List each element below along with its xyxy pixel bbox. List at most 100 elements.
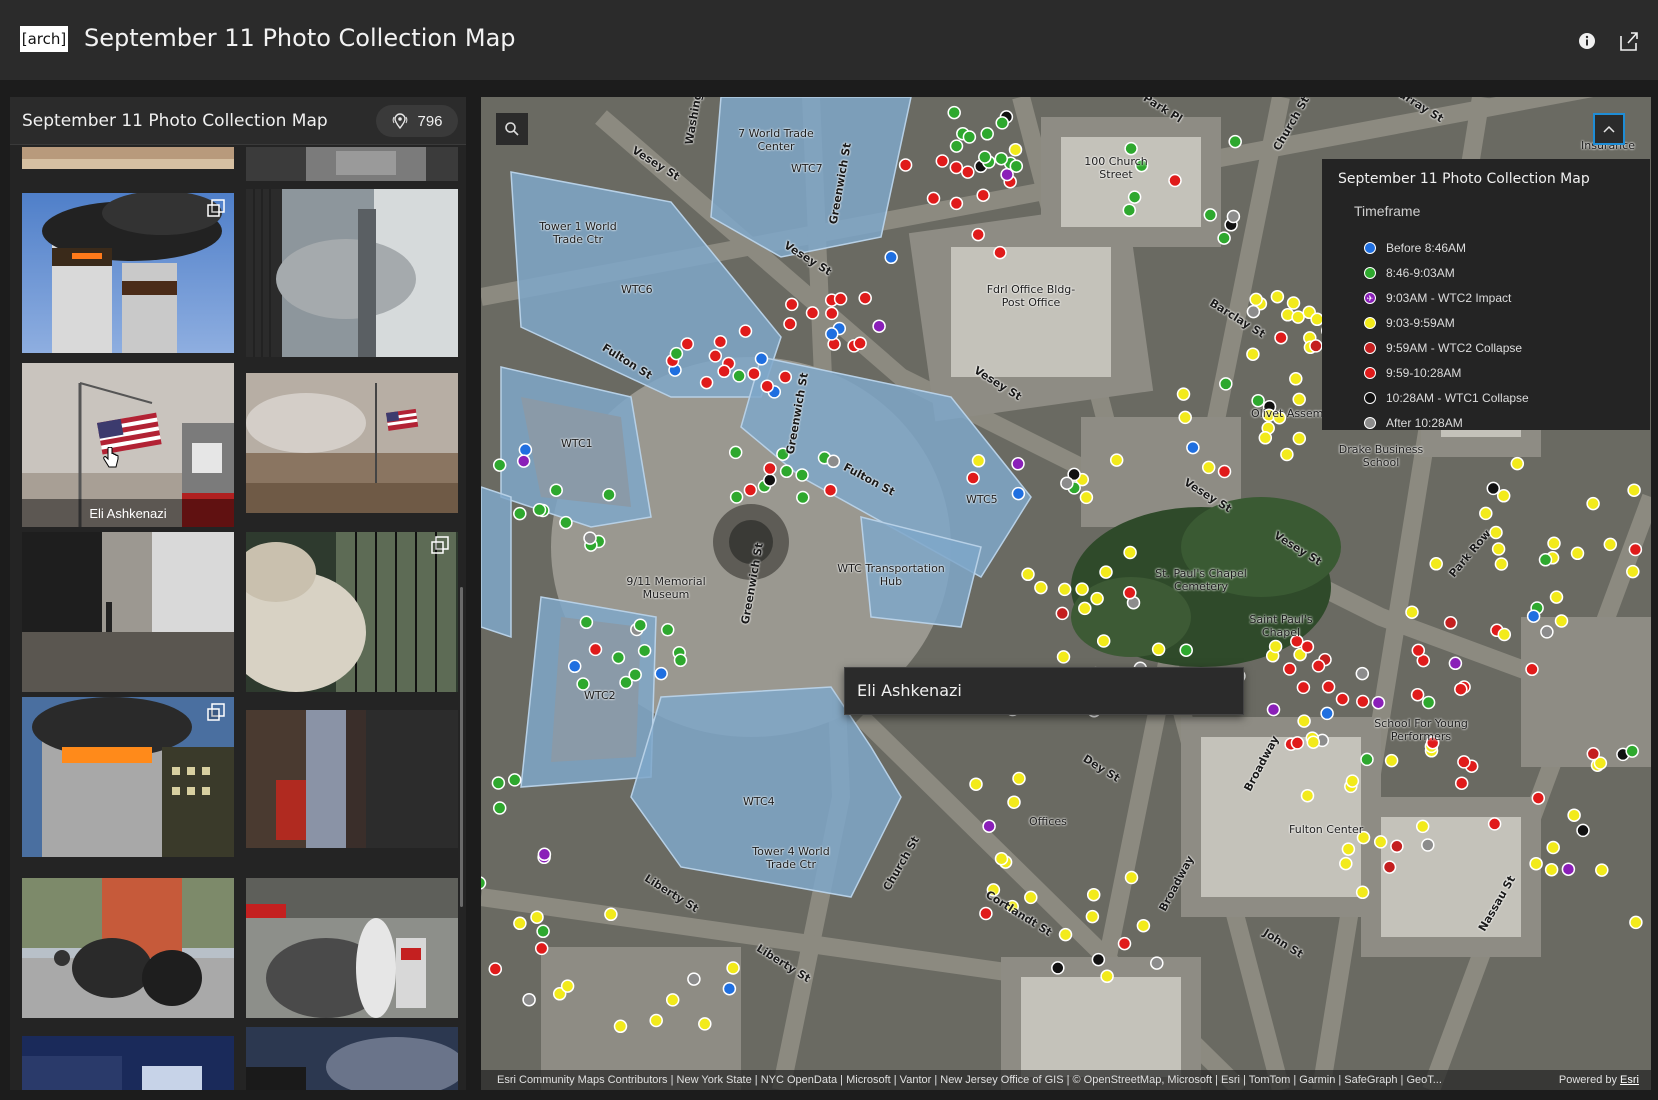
photo-point-marker[interactable] [1345, 774, 1360, 788]
photo-point-marker[interactable] [680, 337, 695, 351]
photo-gallery[interactable]: Eli Ashkenazi [10, 147, 466, 1090]
photo-point-marker[interactable] [649, 1013, 663, 1028]
photo-point-marker[interactable] [1339, 856, 1353, 871]
photo-point-marker[interactable] [1217, 464, 1232, 479]
photo-point-marker[interactable] [602, 487, 616, 502]
expand-icon[interactable] [206, 703, 226, 723]
photo-point-marker[interactable] [1546, 840, 1560, 855]
photo-point-marker[interactable] [976, 188, 990, 202]
photo-point-marker[interactable] [1217, 231, 1231, 245]
photo-point-marker[interactable] [1290, 736, 1305, 750]
photo-point-marker[interactable] [947, 105, 961, 120]
photo-point-marker[interactable] [507, 773, 522, 787]
photo-point-marker[interactable] [1479, 506, 1493, 521]
photo-point-marker[interactable] [579, 615, 594, 630]
photo-point-marker[interactable] [1150, 956, 1164, 970]
photo-point-marker[interactable] [491, 776, 506, 790]
photo-point-marker[interactable] [611, 650, 626, 665]
photo-point-marker[interactable] [1079, 490, 1094, 505]
photo-point-marker[interactable] [1321, 680, 1336, 694]
photo-point-marker[interactable] [823, 483, 838, 497]
photo-point-marker[interactable] [1529, 856, 1543, 871]
photo-point-marker[interactable] [1626, 564, 1640, 579]
share-button[interactable] [1614, 26, 1644, 56]
photo-point-marker[interactable] [660, 623, 675, 637]
photo-point-marker[interactable] [549, 483, 563, 497]
photo-point-marker[interactable] [935, 154, 950, 168]
photo-point-marker[interactable] [1525, 662, 1539, 677]
photo-point-marker[interactable] [1494, 557, 1509, 571]
photo-point-marker[interactable] [1090, 591, 1104, 606]
photo-point-marker[interactable] [488, 962, 503, 976]
photo-thumbnail[interactable] [22, 1036, 234, 1090]
photo-point-marker[interactable] [1595, 863, 1609, 877]
photo-point-marker[interactable] [717, 364, 731, 379]
photo-point-marker[interactable] [513, 916, 527, 931]
photo-point-marker[interactable] [1526, 609, 1541, 623]
photo-point-marker[interactable] [1274, 330, 1288, 345]
photo-point-marker[interactable] [783, 317, 797, 331]
photo-point-marker[interactable] [518, 443, 533, 457]
photo-point-marker[interactable] [1628, 542, 1643, 557]
photo-point-marker[interactable] [1270, 289, 1285, 304]
photo-point-marker[interactable] [971, 454, 986, 468]
photo-point-marker[interactable] [699, 375, 714, 390]
photo-thumbnail[interactable] [246, 147, 458, 181]
photo-point-marker[interactable] [687, 972, 701, 986]
photo-point-marker[interactable] [1410, 687, 1425, 702]
photo-point-marker[interactable] [1405, 605, 1419, 619]
photo-point-marker[interactable] [1009, 159, 1024, 173]
photo-point-marker[interactable] [805, 306, 820, 320]
photo-point-marker[interactable] [1540, 625, 1554, 639]
photo-point-marker[interactable] [1547, 536, 1561, 551]
photo-point-marker[interactable] [754, 352, 769, 366]
gallery-scrollbar[interactable] [460, 587, 463, 907]
photo-point-marker[interactable] [1246, 304, 1261, 319]
photo-point-marker[interactable] [1382, 860, 1397, 874]
photo-point-marker[interactable] [637, 643, 652, 658]
photo-point-marker[interactable] [1268, 639, 1283, 654]
photo-point-marker[interactable] [1186, 440, 1200, 455]
photo-point-marker[interactable] [726, 961, 740, 975]
photo-point-marker[interactable] [1292, 431, 1307, 446]
photo-point-marker[interactable] [1085, 909, 1100, 924]
photo-point-marker[interactable] [1567, 808, 1581, 822]
photo-point-marker[interactable] [1429, 557, 1443, 571]
photo-point-marker[interactable] [796, 490, 810, 505]
photo-point-marker[interactable] [1373, 835, 1388, 849]
expand-icon[interactable] [430, 536, 450, 556]
photo-thumbnail[interactable] [22, 147, 234, 169]
photo-point-marker[interactable] [613, 1019, 628, 1034]
photo-point-marker[interactable] [1219, 377, 1233, 391]
photo-point-marker[interactable] [1627, 483, 1641, 497]
photo-point-marker[interactable] [1178, 410, 1192, 425]
photo-point-marker[interactable] [1008, 142, 1023, 157]
photo-point-marker[interactable] [1297, 714, 1311, 728]
photo-point-marker[interactable] [833, 292, 848, 306]
photo-point-marker[interactable] [1356, 694, 1370, 709]
photo-point-marker[interactable] [1586, 747, 1601, 761]
photo-thumbnail[interactable] [246, 1027, 458, 1090]
photo-point-marker[interactable] [825, 306, 839, 321]
photo-point-marker[interactable] [1075, 582, 1089, 596]
photo-point-marker[interactable] [884, 250, 898, 265]
photo-point-marker[interactable] [853, 336, 867, 351]
photo-point-marker[interactable] [825, 327, 839, 341]
photo-point-marker[interactable] [858, 291, 872, 305]
photo-point-marker[interactable] [1335, 692, 1350, 706]
photo-point-marker[interactable] [1457, 755, 1471, 769]
photo-point-marker[interactable] [654, 666, 668, 681]
photo-point-marker[interactable] [534, 941, 549, 956]
photo-point-marker[interactable] [1124, 141, 1138, 156]
photo-thumbnail[interactable] [22, 878, 234, 1018]
photo-thumbnail[interactable] [246, 878, 458, 1018]
photo-point-marker[interactable] [698, 1017, 712, 1031]
photo-point-marker[interactable] [537, 847, 552, 862]
photo-point-marker[interactable] [1554, 614, 1569, 628]
photo-point-marker[interactable] [979, 906, 993, 921]
photo-point-marker[interactable] [949, 139, 964, 153]
photo-thumbnail[interactable] [22, 697, 234, 857]
photo-point-marker[interactable] [588, 642, 603, 657]
photo-point-marker[interactable] [722, 981, 737, 996]
photo-point-marker[interactable] [1266, 702, 1281, 717]
